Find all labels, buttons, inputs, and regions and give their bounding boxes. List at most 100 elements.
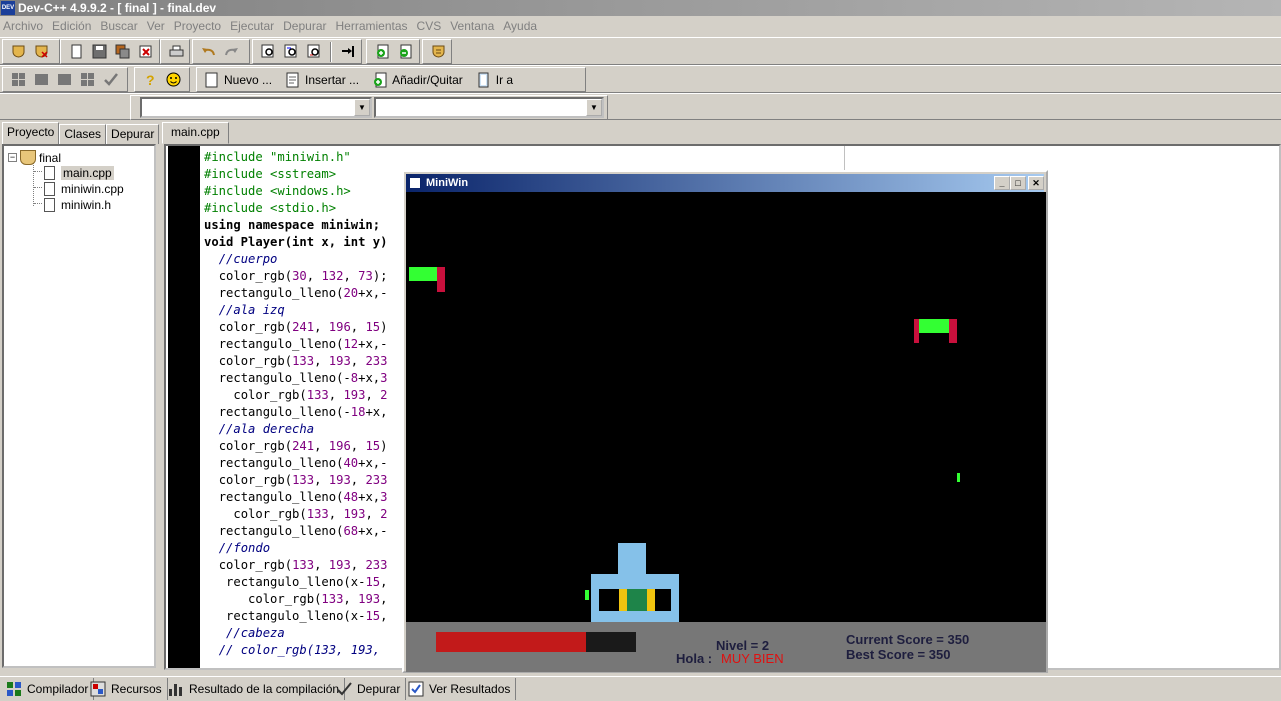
rebuild-all-button[interactable]: [76, 69, 98, 91]
debug-button[interactable]: [99, 69, 121, 91]
enemy-ship-body: [409, 267, 437, 281]
tab-label: Resultado de la compilación: [189, 682, 340, 696]
tab-clases[interactable]: Clases: [59, 124, 107, 144]
add-to-project-button[interactable]: [371, 41, 393, 63]
code-line-text: #include <stdio.h>: [204, 201, 337, 215]
menu-herramientas[interactable]: Herramientas: [333, 19, 414, 33]
goto-line-button[interactable]: [336, 41, 358, 63]
compile-toolbar-group: [2, 67, 128, 92]
find-next-button[interactable]: [303, 41, 325, 63]
code-line: rectangulo_lleno(68+x,-: [204, 523, 388, 540]
health-bar-fill: [436, 632, 586, 652]
maximize-button[interactable]: □: [1010, 176, 1026, 190]
enemy-ship-wing: [949, 319, 957, 343]
goto-button[interactable]: Ir a: [477, 72, 513, 88]
menu-ver[interactable]: Ver: [144, 19, 171, 33]
code-line-text: //cuerpo: [218, 252, 278, 266]
code-line-text: //ala izq: [218, 303, 285, 317]
add-remove-button[interactable]: Añadir/Quitar: [373, 72, 463, 88]
game-canvas[interactable]: Nivel = 2 Hola : MUY BIEN Current Score …: [406, 192, 1046, 672]
chevron-down-icon[interactable]: ▼: [586, 99, 602, 116]
add-remove-label: Añadir/Quitar: [392, 72, 463, 87]
goto-label: Ir a: [495, 72, 514, 87]
open-project-button[interactable]: [7, 41, 29, 63]
menu-ayuda[interactable]: Ayuda: [500, 19, 543, 33]
tab-depurar[interactable]: Depurar: [106, 124, 160, 144]
code-line: //cabeza: [204, 625, 388, 642]
compile-run-icon: [57, 74, 71, 85]
code-line-text: using namespace miniwin;: [204, 218, 381, 232]
code-line: rectangulo_lleno(-18+x,: [204, 404, 388, 421]
close-project-button[interactable]: [30, 41, 52, 63]
tab-label: Ver Resultados: [429, 682, 511, 696]
printer-icon: [169, 45, 183, 57]
enemy-ship-body: [919, 319, 949, 333]
code-line-text: color_rgb(133, 193, 2: [233, 507, 388, 521]
insert-label: Insertar ...: [305, 72, 360, 87]
menu-ventana[interactable]: Ventana: [447, 19, 500, 33]
tree-file-main-cpp[interactable]: main.cpp: [44, 166, 114, 180]
new-file-button[interactable]: [65, 41, 87, 63]
menu-proyecto[interactable]: Proyecto: [171, 19, 227, 33]
collapse-icon[interactable]: −: [8, 153, 17, 162]
save-all-button[interactable]: [111, 41, 133, 63]
code-line: rectangulo_lleno(48+x,3: [204, 489, 388, 506]
minimize-button[interactable]: _: [994, 176, 1010, 190]
tab-compilador[interactable]: Compilador: [2, 678, 95, 700]
insert-button[interactable]: Insertar ...: [286, 72, 359, 88]
health-bar: [436, 632, 636, 652]
code-line-text: // color_rgb(133, 193,: [218, 643, 381, 657]
code-line: rectangulo_lleno(40+x,-: [204, 455, 388, 472]
help-button[interactable]: ?: [139, 69, 161, 91]
code-line: rectangulo_lleno(x-15,: [204, 608, 388, 625]
find-button[interactable]: [257, 41, 279, 63]
member-combo[interactable]: ▼: [374, 97, 604, 118]
code-line: color_rgb(241, 196, 15): [204, 438, 388, 455]
code-text[interactable]: #include "miniwin.h" #include <sstream> #i…: [204, 149, 388, 659]
file-label: miniwin.h: [61, 198, 112, 212]
find-next-icon: [307, 44, 319, 58]
undo-toolbar-group: [192, 39, 250, 64]
chevron-down-icon[interactable]: ▼: [354, 99, 370, 116]
window-title: Dev-C++ 4.9.9.2 - [ final ] - final.dev: [18, 1, 217, 15]
code-line-text: #include "miniwin.h": [204, 150, 351, 164]
code-line-text: rectangulo_lleno(x-15,: [226, 609, 388, 623]
menu-ejecutar[interactable]: Ejecutar: [227, 19, 280, 33]
tab-depurar-bottom[interactable]: Depurar: [332, 678, 407, 700]
tab-recursos[interactable]: Recursos: [86, 678, 168, 700]
menu-cvs[interactable]: CVS: [414, 19, 448, 33]
print-button[interactable]: [165, 41, 187, 63]
save-button[interactable]: [88, 41, 110, 63]
replace-button[interactable]: [280, 41, 302, 63]
menu-edicion[interactable]: Edición: [49, 19, 97, 33]
tab-ver-resultados[interactable]: Ver Resultados: [404, 678, 517, 700]
tree-project-node[interactable]: − final: [8, 150, 61, 165]
tree-file-miniwin-h[interactable]: miniwin.h: [44, 198, 111, 212]
redo-button[interactable]: [220, 41, 242, 63]
miniwin-title-bar[interactable]: MiniWin _ □ ✕: [406, 174, 1044, 192]
close-button[interactable]: ✕: [1028, 176, 1044, 190]
menu-depurar[interactable]: Depurar: [280, 19, 332, 33]
menu-archivo[interactable]: Archivo: [0, 19, 49, 33]
remove-from-project-button[interactable]: [394, 41, 416, 63]
tab-main-cpp[interactable]: main.cpp: [162, 122, 229, 144]
menu-buscar[interactable]: Buscar: [97, 19, 143, 33]
code-line-text: color_rgb(133, 193, 233: [218, 473, 388, 487]
new-file-icon: [71, 44, 81, 59]
file-icon: [44, 198, 55, 212]
undo-button[interactable]: [197, 41, 219, 63]
project-icon: [20, 150, 36, 165]
compile-run-button[interactable]: [53, 69, 75, 91]
remove-file-icon: [399, 44, 411, 59]
code-line: //fondo: [204, 540, 388, 557]
close-file-button[interactable]: [134, 41, 156, 63]
run-button[interactable]: [30, 69, 52, 91]
project-options-button[interactable]: [427, 41, 449, 63]
about-button[interactable]: [162, 69, 184, 91]
tab-proyecto[interactable]: Proyecto: [2, 122, 60, 144]
compile-button[interactable]: [7, 69, 29, 91]
tab-resultado-compilacion[interactable]: Resultado de la compilación: [164, 678, 346, 700]
class-combo[interactable]: ▼: [140, 97, 372, 118]
new-class-button[interactable]: Nuevo ...: [205, 72, 272, 88]
tree-file-miniwin-cpp[interactable]: miniwin.cpp: [44, 182, 124, 196]
